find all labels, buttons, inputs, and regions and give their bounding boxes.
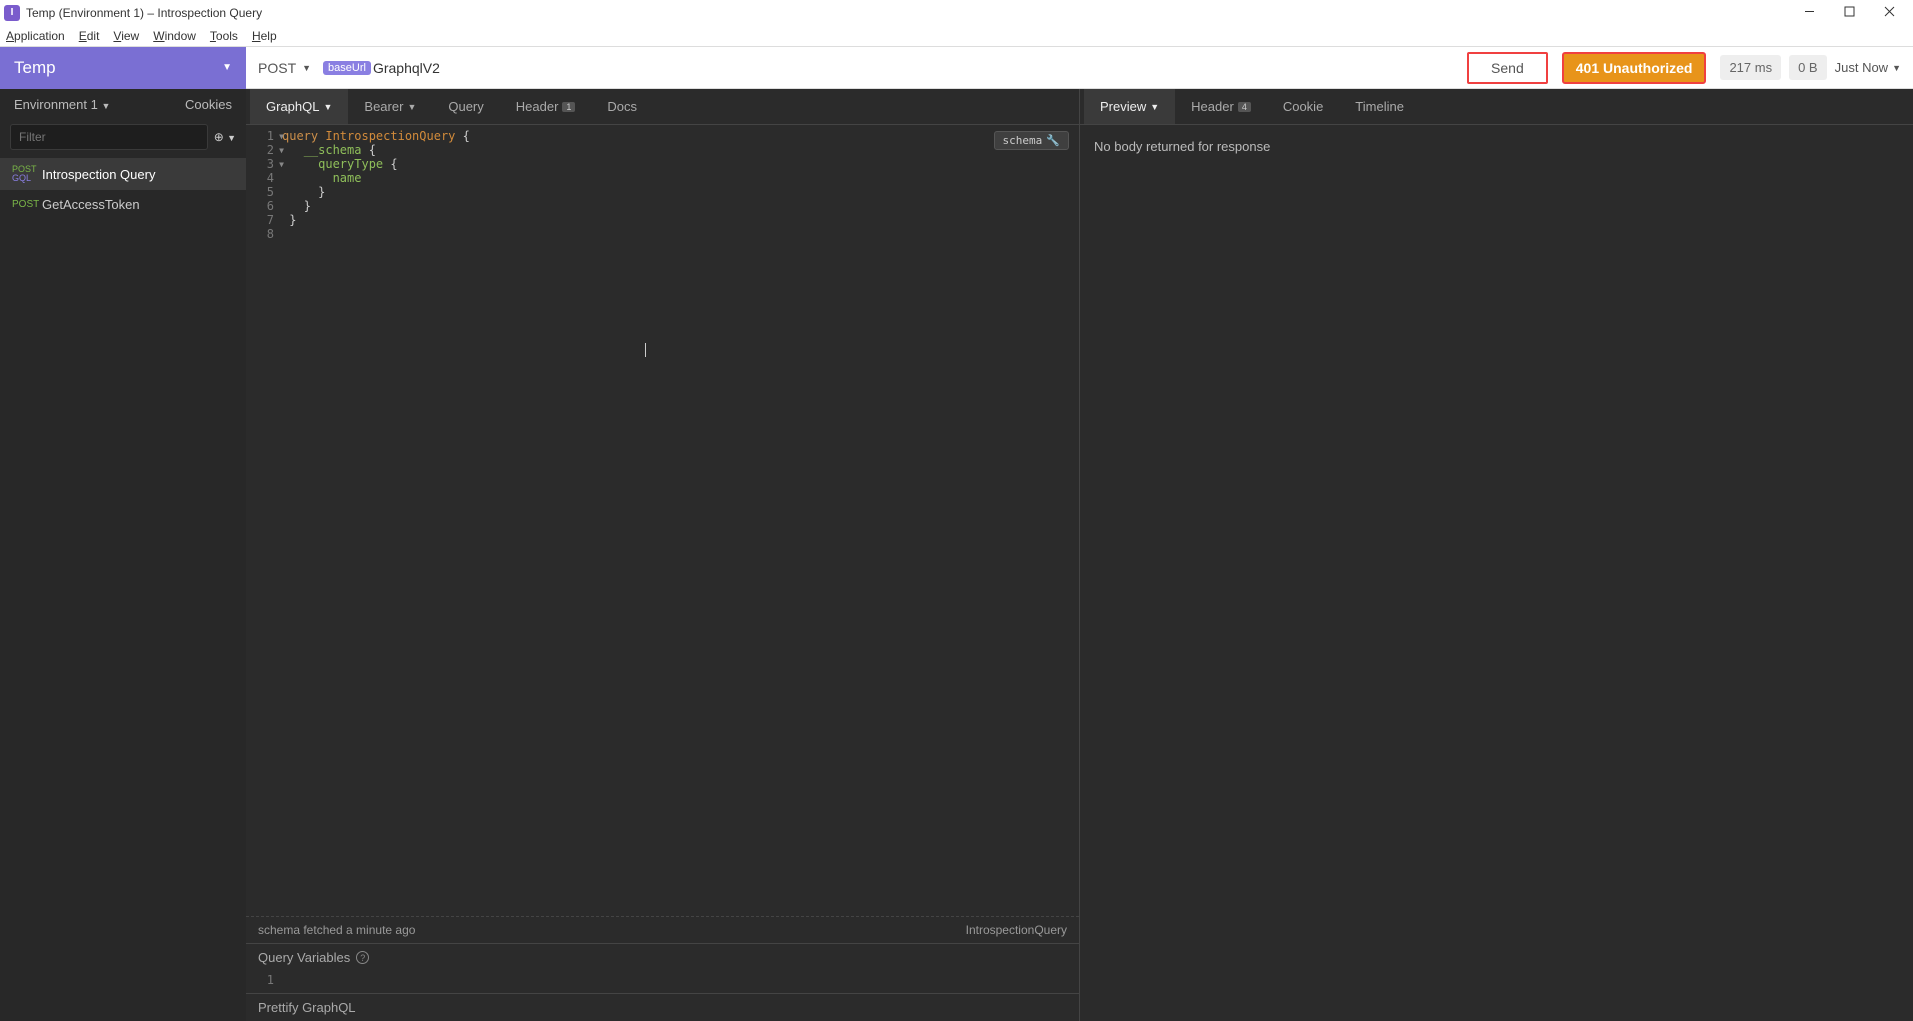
menu-tools[interactable]: Tools <box>210 29 238 43</box>
response-tabs: Preview ▼ Header 4 Cookie Timeline <box>1080 89 1913 125</box>
response-size-badge: 0 B <box>1789 55 1827 80</box>
request-bar: Temp ▼ POST ▼ baseUrl GraphqlV2 Send 401… <box>0 47 1913 89</box>
request-name: GetAccessToken <box>42 197 140 212</box>
main-area: Environment 1 ▼ Cookies ⊕ ▼ POSTGQLIntro… <box>0 89 1913 1021</box>
request-name: Introspection Query <box>42 167 155 182</box>
menu-bar: Application Edit View Window Tools Help <box>0 25 1913 47</box>
menu-window[interactable]: Window <box>153 29 196 43</box>
header-count-badge: 4 <box>1238 102 1251 112</box>
method-tag: POSTGQL <box>12 165 42 183</box>
menu-application[interactable]: Application <box>6 29 65 43</box>
window-close-button[interactable] <box>1869 5 1909 20</box>
tab-header[interactable]: Header 1 <box>500 89 592 124</box>
sidebar: Environment 1 ▼ Cookies ⊕ ▼ POSTGQLIntro… <box>0 89 246 1021</box>
url-input[interactable]: GraphqlV2 <box>373 60 440 76</box>
workspace-name: Temp <box>14 58 56 78</box>
chevron-down-icon: ▼ <box>1892 63 1901 73</box>
response-pane: Preview ▼ Header 4 Cookie Timeline No bo… <box>1080 89 1913 1021</box>
tab-preview[interactable]: Preview ▼ <box>1084 89 1175 124</box>
chevron-down-icon: ▼ <box>323 102 332 112</box>
operation-name: IntrospectionQuery <box>966 923 1067 937</box>
request-editor-pane: GraphQL ▼ Bearer ▼ Query Header 1 Docs s… <box>246 89 1080 1021</box>
environment-selector[interactable]: Environment 1 ▼ <box>14 97 185 112</box>
fold-toggle-icon[interactable]: ▼ <box>279 132 284 141</box>
sidebar-request-item[interactable]: POSTGetAccessToken <box>0 190 246 219</box>
menu-view[interactable]: View <box>113 29 139 43</box>
chevron-down-icon: ▼ <box>222 62 232 73</box>
window-titlebar: I Temp (Environment 1) – Introspection Q… <box>0 0 1913 25</box>
tab-query[interactable]: Query <box>432 89 499 124</box>
fold-toggle-icon[interactable]: ▼ <box>279 146 284 155</box>
history-dropdown[interactable]: Just Now ▼ <box>1835 60 1901 75</box>
sidebar-request-item[interactable]: POSTGQLIntrospection Query <box>0 158 246 190</box>
chevron-down-icon: ▼ <box>407 102 416 112</box>
menu-edit[interactable]: Edit <box>79 29 100 43</box>
query-variables-editor[interactable]: 1 <box>246 971 1079 993</box>
code-editor[interactable]: schema 🔧 1▼query IntrospectionQuery {2▼ … <box>246 125 1079 916</box>
app-icon: I <box>4 5 20 21</box>
response-status-badge: 401 Unauthorized <box>1562 52 1707 84</box>
fold-toggle-icon[interactable]: ▼ <box>279 160 284 169</box>
schema-status: schema fetched a minute ago <box>258 923 415 937</box>
chevron-down-icon: ▼ <box>101 101 110 111</box>
wrench-icon: 🔧 <box>1046 134 1060 147</box>
window-title: Temp (Environment 1) – Introspection Que… <box>26 6 1789 20</box>
tab-resp-header[interactable]: Header 4 <box>1175 89 1267 124</box>
cookies-button[interactable]: Cookies <box>185 97 232 112</box>
query-variables-header[interactable]: Query Variables ? <box>246 943 1079 971</box>
tab-cookie[interactable]: Cookie <box>1267 89 1339 124</box>
schema-button[interactable]: schema 🔧 <box>994 131 1069 150</box>
chevron-down-icon: ▼ <box>1150 102 1159 112</box>
method-selector[interactable]: POST ▼ <box>258 60 311 76</box>
response-body: No body returned for response <box>1080 125 1913 1021</box>
baseurl-tag: baseUrl <box>323 61 371 75</box>
method-tag: POST <box>12 200 42 210</box>
window-minimize-button[interactable] <box>1789 5 1829 20</box>
send-button[interactable]: Send <box>1467 52 1548 84</box>
tab-timeline[interactable]: Timeline <box>1339 89 1420 124</box>
editor-status-line: schema fetched a minute ago Introspectio… <box>246 916 1079 943</box>
workspace-selector[interactable]: Temp ▼ <box>0 47 246 89</box>
menu-help[interactable]: Help <box>252 29 277 43</box>
prettify-button[interactable]: Prettify GraphQL <box>246 993 1079 1021</box>
chevron-down-icon: ▼ <box>302 63 311 73</box>
response-time-badge: 217 ms <box>1720 55 1781 80</box>
sidebar-add-button[interactable]: ⊕ ▼ <box>214 130 236 144</box>
help-icon[interactable]: ? <box>356 951 369 964</box>
tab-docs[interactable]: Docs <box>591 89 653 124</box>
sidebar-filter-input[interactable] <box>10 124 208 150</box>
request-tabs: GraphQL ▼ Bearer ▼ Query Header 1 Docs <box>246 89 1079 125</box>
window-maximize-button[interactable] <box>1829 5 1869 20</box>
tab-bearer[interactable]: Bearer ▼ <box>348 89 432 124</box>
tab-graphql[interactable]: GraphQL ▼ <box>250 89 348 124</box>
text-cursor <box>645 343 646 357</box>
header-count-badge: 1 <box>562 102 575 112</box>
